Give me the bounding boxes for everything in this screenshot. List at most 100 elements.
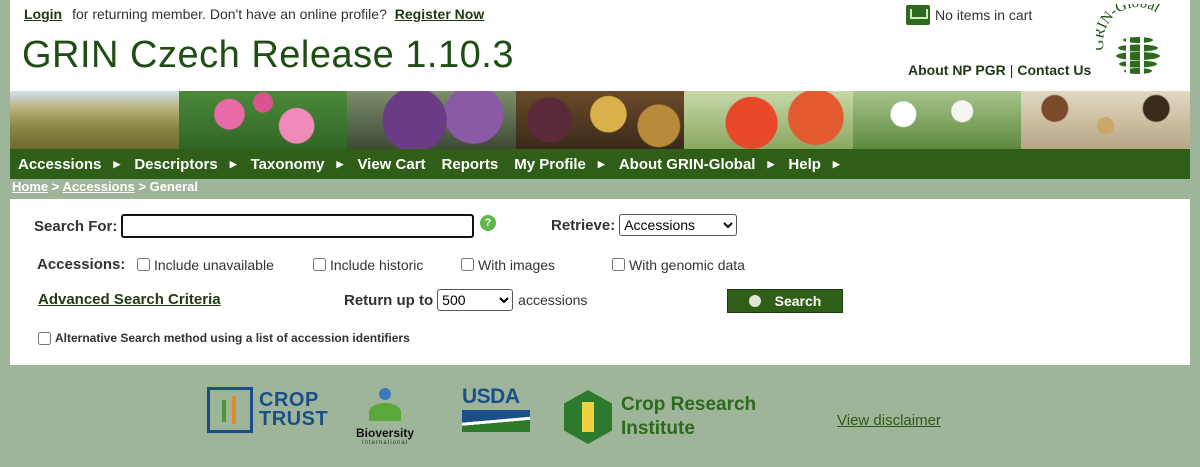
crop-trust-text: CROP TRUST bbox=[259, 390, 329, 430]
register-link[interactable]: Register Now bbox=[395, 6, 484, 22]
return-limit-row: Return up to 500 accessions bbox=[344, 289, 587, 311]
nav-view-cart[interactable]: View Cart bbox=[357, 156, 425, 173]
login-prompt-text: for returning member. Don't have an onli… bbox=[72, 6, 387, 22]
search-button-label: Search bbox=[774, 293, 822, 309]
link-separator: | bbox=[1009, 62, 1014, 78]
nav-arrow-icon: ▶ bbox=[229, 158, 237, 169]
alternative-search-checkbox[interactable] bbox=[38, 331, 51, 345]
page-title: GRIN Czech Release 1.10.3 bbox=[22, 34, 514, 76]
banner-white-flowers bbox=[852, 91, 1022, 149]
crop-trust-logo[interactable]: CROP TRUST bbox=[207, 387, 328, 433]
nav-my-profile-label: My Profile bbox=[514, 155, 586, 173]
usda-wave-icon bbox=[462, 410, 530, 432]
nav-reports-label: Reports bbox=[441, 155, 499, 173]
nav-about-label: About GRIN-Global bbox=[618, 155, 756, 173]
nav-accessions[interactable]: Accessions ▶ bbox=[18, 156, 120, 173]
retrieve-row: Retrieve: Accessions bbox=[551, 214, 738, 236]
alternative-search-label: Alternative Search method using a list o… bbox=[55, 331, 410, 345]
nav-arrow-icon: ▶ bbox=[767, 158, 775, 169]
include-unavailable-option[interactable]: Include unavailable bbox=[137, 257, 274, 273]
cri-line1: Crop Research bbox=[621, 394, 757, 415]
crop-trust-line2: TRUST bbox=[259, 408, 329, 430]
nav-accessions-label: Accessions bbox=[18, 155, 102, 173]
nav-my-profile[interactable]: My Profile ▶ bbox=[514, 156, 605, 173]
banner-wheat-field bbox=[10, 91, 179, 149]
cart-icon bbox=[906, 5, 930, 25]
nav-taxonomy[interactable]: Taxonomy ▶ bbox=[251, 156, 344, 173]
help-icon[interactable]: ? bbox=[480, 215, 496, 231]
bioversity-logo[interactable]: Bioversity International bbox=[348, 388, 422, 446]
banner-grapes bbox=[347, 91, 516, 149]
return-up-to-label: Return up to bbox=[344, 291, 434, 309]
with-images-checkbox[interactable] bbox=[461, 258, 474, 271]
accessions-filter-label: Accessions: bbox=[37, 256, 126, 273]
search-button[interactable]: Search bbox=[727, 289, 843, 313]
with-genomic-data-checkbox[interactable] bbox=[612, 258, 625, 271]
nav-help-label: Help bbox=[788, 155, 821, 173]
nav-descriptors[interactable]: Descriptors ▶ bbox=[134, 156, 236, 173]
search-for-row: Search For: bbox=[34, 214, 475, 238]
nav-arrow-icon: ▶ bbox=[336, 158, 344, 169]
include-historic-label: Include historic bbox=[330, 256, 424, 273]
with-genomic-data-label: With genomic data bbox=[629, 256, 745, 273]
grin-global-logo[interactable]: GRIN-Global bbox=[1096, 4, 1178, 86]
search-for-label: Search For: bbox=[34, 217, 118, 235]
banner-potatoes bbox=[515, 91, 685, 149]
view-disclaimer-link[interactable]: View disclaimer bbox=[837, 412, 941, 429]
nav-view-cart-label: View Cart bbox=[357, 155, 426, 173]
breadcrumb-home[interactable]: Home bbox=[12, 179, 48, 194]
search-input[interactable] bbox=[121, 214, 475, 238]
top-links: About NP PGR | Contact Us bbox=[908, 62, 1091, 78]
search-icon bbox=[748, 295, 761, 307]
accessions-filter-row: Accessions: Include unavailable Include … bbox=[37, 256, 797, 273]
with-images-option[interactable]: With images bbox=[461, 257, 555, 273]
login-link[interactable]: Login bbox=[24, 6, 62, 22]
with-genomic-data-option[interactable]: With genomic data bbox=[612, 257, 745, 273]
crop-trust-mark-icon bbox=[207, 387, 253, 433]
return-limit-select[interactable]: 500 bbox=[437, 289, 514, 311]
usda-logo[interactable]: USDA bbox=[462, 386, 530, 432]
main-nav: Accessions ▶ Descriptors ▶ Taxonomy ▶ View … bbox=[10, 149, 1190, 179]
include-unavailable-label: Include unavailable bbox=[154, 256, 274, 273]
nav-help[interactable]: Help ▶ bbox=[788, 156, 839, 173]
cart-status[interactable]: No items in cart bbox=[906, 5, 1032, 25]
banner-seeds bbox=[1021, 91, 1191, 149]
advanced-search-link[interactable]: Advanced Search Criteria bbox=[38, 291, 221, 308]
bioversity-mark-icon bbox=[365, 388, 405, 426]
retrieve-label: Retrieve: bbox=[551, 216, 616, 234]
header-banner-image bbox=[10, 91, 1191, 149]
banner-poppy-flowers bbox=[178, 91, 348, 149]
alternative-search-option[interactable]: Alternative Search method using a list o… bbox=[38, 331, 410, 345]
login-line: Login for returning member. Don't have an… bbox=[24, 6, 484, 22]
cart-text: No items in cart bbox=[935, 7, 1033, 23]
nav-reports[interactable]: Reports bbox=[442, 156, 499, 173]
bioversity-text: Bioversity bbox=[355, 426, 415, 440]
crop-research-institute-logo[interactable]: Crop Research Institute bbox=[564, 390, 756, 444]
cri-text: Crop Research Institute bbox=[621, 393, 756, 441]
breadcrumb: Home > Accessions > General bbox=[10, 179, 1190, 199]
breadcrumb-accessions[interactable]: Accessions bbox=[62, 179, 134, 194]
nav-arrow-icon: ▶ bbox=[597, 158, 605, 169]
contact-us-link[interactable]: Contact Us bbox=[1017, 62, 1091, 78]
cri-hexagon-icon bbox=[564, 390, 612, 444]
nav-arrow-icon: ▶ bbox=[113, 158, 121, 169]
nav-taxonomy-label: Taxonomy bbox=[250, 155, 325, 173]
breadcrumb-current: General bbox=[149, 179, 199, 194]
include-historic-checkbox[interactable] bbox=[313, 258, 326, 271]
nav-about-grin-global[interactable]: About GRIN-Global ▶ bbox=[619, 156, 775, 173]
retrieve-select[interactable]: Accessions bbox=[619, 214, 738, 236]
page: Login for returning member. Don't have an… bbox=[10, 0, 1191, 365]
footer-partners: CROP TRUST Bioversity International USDA… bbox=[0, 374, 1200, 467]
bioversity-subtext: International bbox=[361, 440, 409, 446]
banner-tomatoes bbox=[684, 91, 853, 149]
about-np-pgr-link[interactable]: About NP PGR bbox=[908, 62, 1006, 78]
header: Login for returning member. Don't have an… bbox=[10, 0, 1190, 91]
return-unit-label: accessions bbox=[518, 292, 588, 308]
nav-arrow-icon: ▶ bbox=[832, 158, 840, 169]
include-unavailable-checkbox[interactable] bbox=[137, 258, 150, 271]
with-images-label: With images bbox=[478, 256, 556, 273]
usda-text: USDA bbox=[462, 385, 520, 408]
include-historic-option[interactable]: Include historic bbox=[313, 257, 423, 273]
breadcrumb-separator: > bbox=[51, 179, 60, 194]
cri-line2: Institute bbox=[621, 418, 695, 439]
